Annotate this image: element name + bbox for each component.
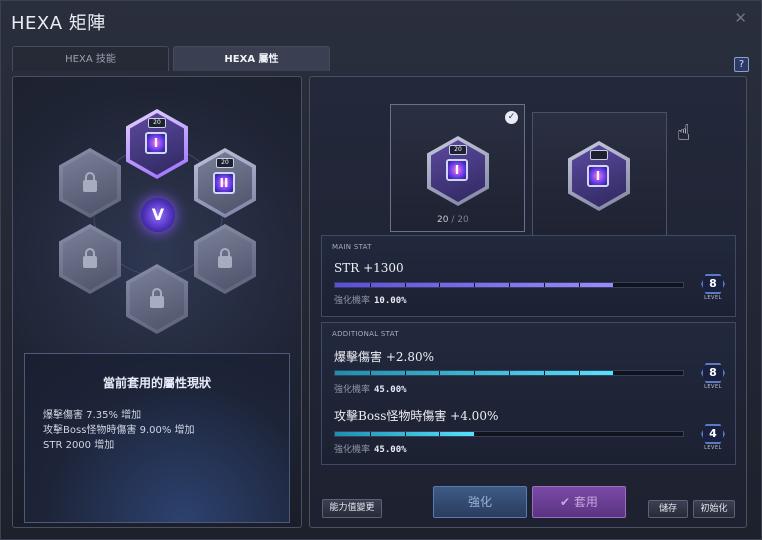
v-matrix-icon: V xyxy=(141,198,175,232)
bar-segment-divider xyxy=(578,432,580,436)
probability-value: 45.00% xyxy=(374,445,407,455)
additional-stat-bar xyxy=(334,431,684,437)
probability-label: 強化機率 xyxy=(334,296,371,306)
tab-hexa-attribute[interactable]: HEXA 屬性 xyxy=(173,46,330,71)
bar-segment-divider xyxy=(578,371,580,375)
status-line: 爆擊傷害 7.35% 增加 xyxy=(43,410,142,421)
window-title: HEXA 矩陣 xyxy=(11,13,106,34)
main-stat-section: MAIN STAT STR +1300 強化機率 10.00% 8 LEVEL xyxy=(321,235,736,317)
stat-core-icon: II xyxy=(213,172,235,194)
additional-stat-name: 爆擊傷害 +2.80% xyxy=(334,350,434,364)
core-count-max: / 20 xyxy=(451,215,469,225)
additional-stat-label: ADDITIONAL STAT xyxy=(332,330,399,338)
bar-segment-divider xyxy=(613,371,615,375)
bar-segment-divider xyxy=(369,432,371,436)
current-attribute-status: 當前套用的屬性現狀 爆擊傷害 7.35% 增加 攻擊Boss怪物時傷害 9.00… xyxy=(24,353,290,523)
bar-segment-divider xyxy=(439,371,441,375)
help-button[interactable]: ? xyxy=(734,57,749,72)
node-level-tag: 20 xyxy=(148,118,166,128)
additional-stat-level: 8 LEVEL xyxy=(698,363,728,391)
main-stat-bar xyxy=(334,282,684,288)
apply-label: 套用 xyxy=(573,495,598,509)
bar-segment-divider xyxy=(439,432,441,436)
status-line: 攻擊Boss怪物時傷害 9.00% 增加 xyxy=(43,425,195,436)
additional-stat-level: 4 LEVEL xyxy=(698,424,728,452)
apply-button[interactable]: ✔ 套用 xyxy=(532,486,626,518)
hexa-matrix: I 20 II 20 V xyxy=(12,76,302,356)
additional-stat-probability: 強化機率 45.00% xyxy=(334,442,407,455)
additional-stat-probability: 強化機率 45.00% xyxy=(334,382,407,395)
close-icon[interactable]: ✕ xyxy=(734,9,747,27)
stat-core-icon: I xyxy=(446,159,468,181)
bar-segment-divider xyxy=(404,371,406,375)
level-number: 4 xyxy=(701,424,725,444)
save-button[interactable]: 儲存 xyxy=(648,500,688,518)
additional-stat-section: ADDITIONAL STAT 爆擊傷害 +2.80% 強化機率 45.00% 8… xyxy=(321,322,736,465)
lock-icon xyxy=(83,248,97,268)
main-stat-name: STR +1300 xyxy=(334,261,404,275)
enhance-button[interactable]: 強化 xyxy=(433,486,527,518)
lock-icon xyxy=(150,288,164,308)
stat-core-icon: I xyxy=(145,132,167,154)
node-level-tag: 20 xyxy=(216,158,234,168)
additional-stat-name: 攻擊Boss怪物時傷害 +4.00% xyxy=(334,409,499,423)
reset-button[interactable]: 初始化 xyxy=(693,500,735,518)
bar-segment-divider xyxy=(543,432,545,436)
main-stat-label: MAIN STAT xyxy=(332,243,372,251)
ability-change-button[interactable]: 能力值變更 xyxy=(322,499,382,518)
status-title: 當前套用的屬性現狀 xyxy=(102,376,211,390)
stat-core-icon: I xyxy=(587,165,609,187)
bar-segment-divider xyxy=(404,432,406,436)
bar-segment-divider xyxy=(613,432,615,436)
hand-cursor-icon: ☝ xyxy=(677,121,691,146)
bar-segment-divider xyxy=(509,371,510,375)
bar-segment-divider xyxy=(648,371,650,375)
lock-icon xyxy=(218,248,232,268)
probability-label: 強化機率 xyxy=(334,385,371,395)
bar-segment-divider xyxy=(474,371,476,375)
bar-segment-divider xyxy=(509,432,510,436)
main-stat-level: 8 LEVEL xyxy=(698,274,728,302)
level-number: 8 xyxy=(701,363,725,383)
probability-value: 10.00% xyxy=(374,296,407,306)
core-count-value: 20 xyxy=(437,215,449,225)
bar-segment-divider xyxy=(439,283,441,287)
core-count: 20 / 20 xyxy=(437,215,469,225)
probability-value: 45.00% xyxy=(374,385,407,395)
additional-stat-bar xyxy=(334,370,684,376)
tab-hexa-skill[interactable]: HEXA 技能 xyxy=(12,46,169,71)
bar-segment-divider xyxy=(369,371,371,375)
bar-segment-divider xyxy=(648,432,650,436)
bar-segment-divider xyxy=(648,283,650,287)
check-circle-icon: ✔ xyxy=(560,495,574,509)
bar-segment-divider xyxy=(404,283,406,287)
bar-segment-divider xyxy=(578,283,580,287)
bar-segment-divider xyxy=(509,283,510,287)
probability-label: 強化機率 xyxy=(334,445,371,455)
bar-segment-divider xyxy=(474,432,476,436)
hexa-matrix-window: HEXA 矩陣 ✕ ? HEXA 技能 HEXA 屬性 I 20 II 20 V… xyxy=(0,0,762,540)
level-word: LEVEL xyxy=(704,295,722,301)
level-word: LEVEL xyxy=(704,384,722,390)
level-word: LEVEL xyxy=(704,445,722,451)
bar-segment-divider xyxy=(543,371,545,375)
bar-segment-divider xyxy=(543,283,545,287)
main-stat-probability: 強化機率 10.00% xyxy=(334,293,407,306)
bar-segment-divider xyxy=(474,283,476,287)
status-line: STR 2000 增加 xyxy=(43,440,115,451)
level-number: 8 xyxy=(701,274,725,294)
check-icon: ✓ xyxy=(505,111,518,124)
lock-icon xyxy=(83,172,97,192)
bar-segment-divider xyxy=(369,283,371,287)
node-level-tag xyxy=(590,150,608,160)
node-level-tag: 20 xyxy=(449,145,467,155)
bar-segment-divider xyxy=(613,283,615,287)
